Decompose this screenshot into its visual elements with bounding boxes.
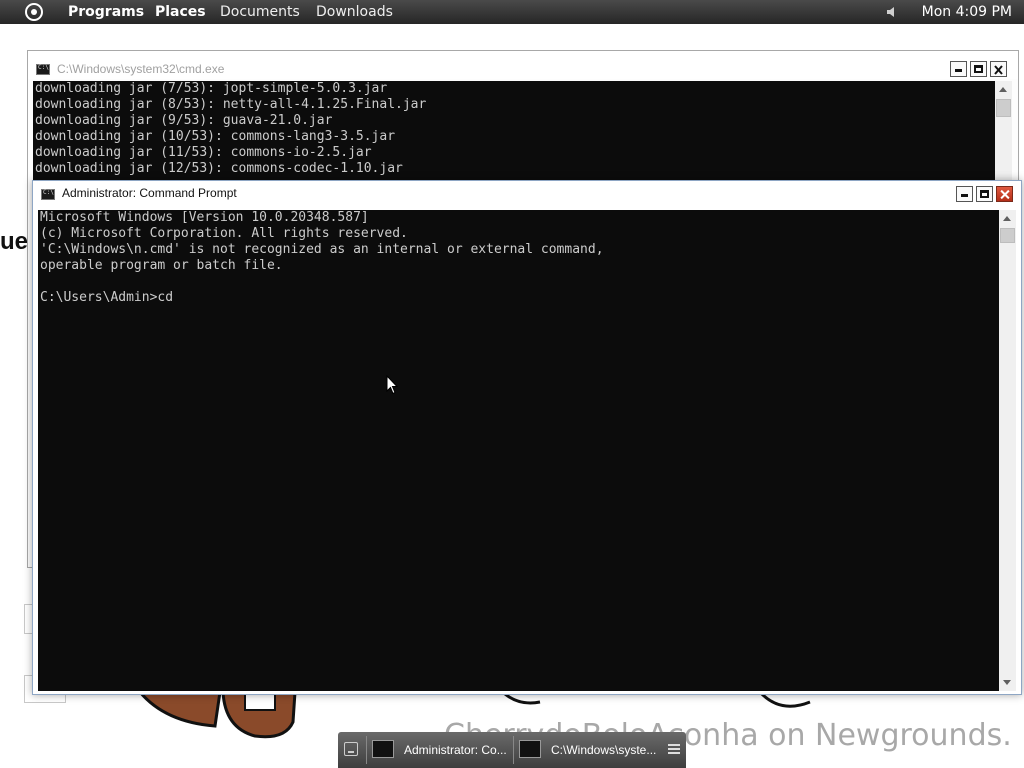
scroll-thumb[interactable] [996,99,1011,117]
vertical-scrollbar[interactable] [999,210,1016,691]
maximize-button[interactable] [970,61,987,77]
desktop-partial-text: ue [0,228,29,255]
menu-downloads[interactable]: Downloads [316,3,393,21]
top-panel: Programs Places Documents Downloads Mon … [0,0,1024,24]
console-line: downloading jar (10/53): commons-lang3-3… [35,129,396,144]
titlebar[interactable]: C:\Windows\system32\cmd.exe [28,51,1018,79]
close-button[interactable] [990,61,1007,77]
minimize-button[interactable] [950,61,967,77]
taskbar-separator [513,736,514,764]
taskbar: Administrator: Co... C:\Windows\syste... [338,732,686,768]
cmd-window-active[interactable]: Administrator: Command Prompt Microsoft … [32,180,1022,695]
vertical-scrollbar[interactable] [995,81,1012,181]
taskbar-item-system-cmd[interactable]: C:\Windows\syste... [519,736,659,764]
mouse-pointer-icon [386,375,398,395]
maximize-button[interactable] [976,186,993,202]
cmd-icon [41,189,55,200]
scroll-down-arrow-icon[interactable] [999,674,1016,691]
window-title: Administrator: Command Prompt [62,186,237,200]
console-line: Microsoft Windows [Version 10.0.20348.58… [40,210,369,225]
console-line: 'C:\Windows\n.cmd' is not recognized as … [40,242,604,257]
cartoon-character-image [504,692,811,708]
console-line: downloading jar (11/53): commons-io-2.5.… [35,145,372,160]
cmd-icon [372,740,394,758]
menu-documents[interactable]: Documents [220,3,300,21]
close-button[interactable] [996,186,1013,202]
show-desktop-icon[interactable] [344,742,358,756]
menu-icon[interactable] [668,744,680,754]
taskbar-separator [366,736,367,764]
clock[interactable]: Mon 4:09 PM [922,3,1012,21]
cmd-icon [519,740,541,758]
titlebar[interactable]: Administrator: Command Prompt [33,181,1021,209]
console-output[interactable]: Microsoft Windows [Version 10.0.20348.58… [38,210,999,691]
cmd-icon [36,64,50,75]
console-line: downloading jar (8/53): netty-all-4.1.25… [35,97,427,112]
console-line: (c) Microsoft Corporation. All rights re… [40,226,408,241]
menu-places[interactable]: Places [155,3,206,21]
minimize-button[interactable] [956,186,973,202]
taskbar-item-label: C:\Windows\syste... [551,743,657,757]
taskbar-item-label: Administrator: Co... [404,743,507,757]
console-line: downloading jar (7/53): jopt-simple-5.0.… [35,81,388,96]
scroll-thumb[interactable] [1000,228,1015,243]
console-line: downloading jar (12/53): commons-codec-1… [35,161,403,176]
console-line: operable program or batch file. [40,258,283,273]
gnome-foot-icon[interactable] [25,3,43,21]
cartoon-character-image [138,692,297,739]
taskbar-item-admin-cmd[interactable]: Administrator: Co... [372,736,512,764]
scroll-up-arrow-icon[interactable] [995,81,1012,98]
speaker-icon[interactable] [886,6,898,18]
scroll-up-arrow-icon[interactable] [999,210,1016,227]
console-output[interactable]: downloading jar (7/53): jopt-simple-5.0.… [33,81,995,181]
console-line: downloading jar (9/53): guava-21.0.jar [35,113,333,128]
window-title: C:\Windows\system32\cmd.exe [57,62,225,76]
menu-programs[interactable]: Programs [68,3,144,21]
console-line: C:\Users\Admin>cd [40,290,174,305]
close-icon [994,65,1003,75]
